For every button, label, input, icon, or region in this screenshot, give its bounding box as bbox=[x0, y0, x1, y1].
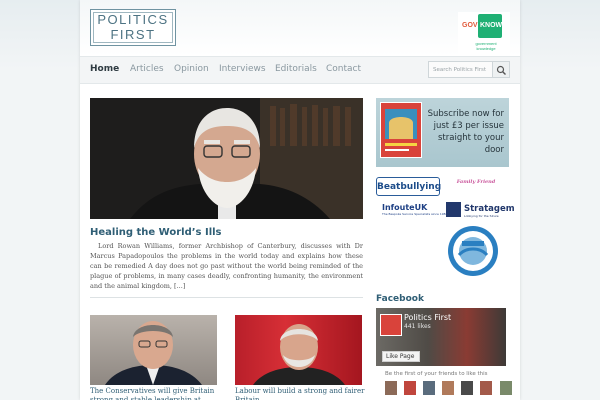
avatar[interactable] bbox=[423, 381, 436, 395]
article-thumbnail-labour[interactable] bbox=[235, 315, 362, 385]
nav-item-contact[interactable]: Contact bbox=[326, 64, 361, 74]
facebook-heading: Facebook bbox=[376, 294, 424, 304]
nav-item-home[interactable]: Home bbox=[90, 64, 119, 74]
facebook-friend-avatars bbox=[385, 380, 515, 395]
govknow-know-text: KNOW bbox=[480, 22, 503, 29]
infoutreuk-text: InfouteUK bbox=[382, 203, 428, 212]
article-title-labour[interactable]: Labour will build a strong and fairer Br… bbox=[235, 387, 365, 400]
nav-item-articles[interactable]: Articles bbox=[130, 64, 164, 74]
article-title-conservatives[interactable]: The Conservatives will give Britain stro… bbox=[90, 387, 220, 400]
facebook-page-avatar bbox=[380, 314, 402, 336]
stratagem-mark bbox=[446, 202, 461, 217]
magazine-cover bbox=[380, 102, 422, 158]
govknow-gov-text: GOV bbox=[462, 22, 478, 29]
nav-item-interviews[interactable]: Interviews bbox=[219, 64, 266, 74]
infoutreuk-logo[interactable]: InfouteUK The Bespoke Service Specialist… bbox=[382, 203, 448, 216]
search-input[interactable]: Search Politics First bbox=[428, 61, 493, 78]
facebook-like-button[interactable]: Like Page bbox=[382, 351, 420, 362]
stratagem-text: Stratagem bbox=[464, 204, 515, 214]
facebook-friends-text: Be the first of your friends to like thi… bbox=[385, 371, 488, 377]
nav-item-editorials[interactable]: Editorials bbox=[275, 64, 317, 74]
labour-portrait bbox=[253, 324, 345, 385]
stratagem-tagline: Lobbying for the future bbox=[464, 214, 499, 218]
avatar[interactable] bbox=[480, 381, 493, 395]
search-form: Search Politics First bbox=[428, 61, 510, 78]
avatar[interactable] bbox=[404, 381, 417, 395]
avatar[interactable] bbox=[442, 381, 455, 395]
beatbullying-logo[interactable]: Beatbullying bbox=[376, 177, 441, 196]
facebook-like-count: 441 likes bbox=[404, 323, 431, 330]
infoutreuk-tagline: The Bespoke Service Specialists since 19… bbox=[382, 212, 448, 216]
feature-portrait bbox=[90, 98, 363, 219]
subscribe-banner[interactable]: Subscribe now for just £3 per issue stra… bbox=[376, 98, 509, 167]
search-button[interactable] bbox=[493, 61, 510, 78]
politics-first-logo[interactable]: POLITICS FIRST bbox=[90, 9, 176, 46]
logo-line-2: FIRST bbox=[110, 27, 156, 42]
govknow-subtitle: government knowledge bbox=[475, 41, 497, 51]
page: POLITICS FIRST GOV KNOW government knowl… bbox=[80, 0, 520, 400]
avatar[interactable] bbox=[461, 381, 474, 395]
like-page-label: Like Page bbox=[386, 353, 415, 360]
article-thumbnail-conservatives[interactable] bbox=[90, 315, 217, 385]
family-friend-logo[interactable]: Family Friend bbox=[456, 179, 496, 185]
govknow-logo[interactable]: GOV KNOW government knowledge bbox=[458, 12, 510, 54]
feature-title[interactable]: Healing the World’s Ills bbox=[90, 227, 222, 238]
feature-excerpt: Lord Rowan Williams, former Archbishop o… bbox=[90, 242, 363, 290]
conservatives-portrait bbox=[105, 321, 202, 385]
logo-line-1: POLITICS bbox=[97, 12, 169, 27]
nav-item-opinion[interactable]: Opinion bbox=[174, 64, 209, 74]
facebook-page-name[interactable]: Politics First bbox=[404, 313, 451, 322]
feature-image[interactable] bbox=[90, 98, 363, 219]
divider bbox=[90, 297, 363, 298]
subscribe-text: Subscribe now for just £3 per issue stra… bbox=[427, 109, 504, 155]
partner-roundel-logo[interactable] bbox=[442, 225, 504, 277]
site-header: POLITICS FIRST GOV KNOW government knowl… bbox=[80, 0, 520, 56]
search-icon bbox=[496, 65, 506, 75]
facebook-like-box[interactable]: Politics First 441 likes Like Page bbox=[376, 308, 506, 366]
main-nav: Home Articles Opinion Interviews Editori… bbox=[80, 56, 520, 84]
avatar[interactable] bbox=[385, 381, 397, 395]
avatar[interactable] bbox=[499, 381, 512, 395]
